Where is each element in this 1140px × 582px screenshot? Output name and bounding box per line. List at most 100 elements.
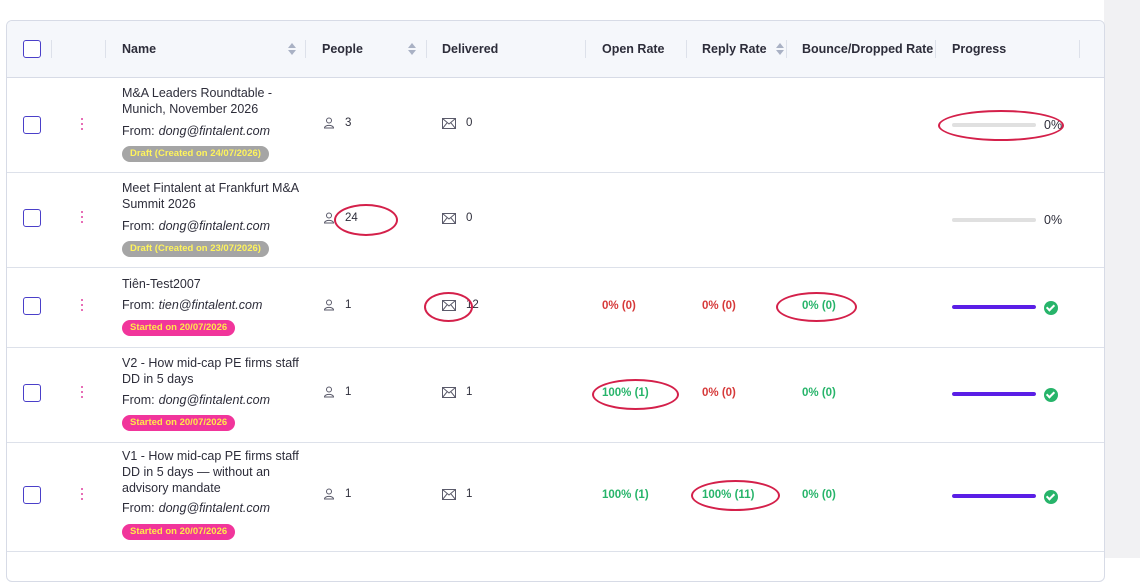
campaign-name[interactable]: Meet Fintalent at Frankfurt M&A Summit 2… [122, 180, 307, 212]
progress-bar [952, 218, 1036, 222]
from-label: From: [122, 298, 155, 312]
bounce-rate-value: 0% (0) [802, 489, 836, 501]
envelope-icon [442, 117, 456, 129]
campaign-name[interactable]: Tiên-Test2007 [122, 276, 307, 292]
row-checkbox[interactable] [23, 116, 41, 134]
annotation-circle [334, 204, 398, 236]
status-badge: Started on 20/07/2026 [122, 415, 236, 431]
open-rate-value: 100% (1) [602, 489, 649, 501]
person-icon [323, 386, 335, 398]
header-divider [786, 40, 787, 58]
envelope-icon [442, 488, 456, 500]
column-header-progress-label: Progress [952, 42, 1007, 56]
envelope-icon [442, 386, 456, 398]
table-row[interactable]: Tiên-Test2007 From: tien@fintalent.com St… [7, 268, 1104, 348]
progress-bar [952, 305, 1036, 309]
delivered-count-value: 0 [466, 212, 473, 224]
row-actions-menu-icon[interactable] [81, 386, 85, 398]
page-scrollbar[interactable] [1104, 0, 1140, 558]
row-checkbox[interactable] [23, 297, 41, 315]
row-actions-menu-icon[interactable] [81, 299, 85, 311]
progress-bar [952, 494, 1036, 498]
check-circle-icon [1044, 388, 1058, 402]
from-label: From: [122, 393, 155, 407]
campaign-name[interactable]: V2 - How mid-cap PE firms staff DD in 5 … [122, 355, 307, 387]
column-header-bounce-rate-label: Bounce/Dropped Rate [802, 42, 934, 56]
from-label: From: [122, 124, 155, 138]
delivered-count-value: 1 [466, 488, 473, 500]
sort-reply-rate-icon[interactable] [775, 42, 785, 56]
check-circle-icon [1044, 301, 1058, 315]
row-actions-menu-icon[interactable] [81, 211, 85, 223]
envelope-icon [442, 212, 456, 224]
progress-fill [952, 392, 1036, 396]
table-row[interactable]: M&A Leaders Roundtable - Munich, Novembe… [7, 78, 1104, 173]
sort-name-icon[interactable] [287, 42, 297, 56]
header-divider [426, 40, 427, 58]
table-row[interactable]: V1 - How mid-cap PE firms staff DD in 5 … [7, 443, 1104, 552]
people-count: 1 [323, 488, 351, 500]
column-header-name[interactable]: Name [122, 21, 156, 77]
column-header-people-label: People [322, 42, 363, 56]
progress-fill [952, 305, 1036, 309]
check-circle-icon [1044, 490, 1058, 504]
campaign-name[interactable]: V1 - How mid-cap PE firms staff DD in 5 … [122, 448, 307, 496]
reply-rate-value: 0% (0) [702, 387, 736, 399]
delivered-count: 0 [442, 117, 472, 129]
sender-email: tien@fintalent.com [158, 298, 263, 312]
column-header-progress[interactable]: Progress [952, 21, 1006, 77]
campaign-from: From: dong@fintalent.com [122, 393, 270, 407]
from-label: From: [122, 219, 155, 233]
sender-email: dong@fintalent.com [158, 124, 271, 138]
select-all-checkbox[interactable] [23, 40, 41, 58]
open-rate-value: 0% (0) [602, 300, 636, 312]
row-checkbox[interactable] [23, 384, 41, 402]
column-header-open-rate[interactable]: Open Rate [602, 21, 665, 77]
row-actions-menu-icon[interactable] [81, 488, 85, 500]
people-count: 3 [323, 117, 351, 129]
column-header-reply-rate[interactable]: Reply Rate [702, 21, 785, 77]
column-header-bounce-rate[interactable]: Bounce/Dropped Rate [802, 21, 933, 77]
header-divider [585, 40, 586, 58]
campaigns-table: Name People Delivered Open Rate Reply Ra… [6, 20, 1105, 582]
row-checkbox[interactable] [23, 209, 41, 227]
column-header-open-rate-label: Open Rate [602, 42, 665, 56]
people-count-value: 1 [345, 488, 352, 500]
annotation-circle [424, 292, 473, 322]
status-badge: Started on 20/07/2026 [122, 524, 236, 540]
people-count-value: 1 [345, 299, 352, 311]
campaign-from: From: dong@fintalent.com [122, 219, 270, 233]
annotation-circle [592, 379, 679, 410]
delivered-count: 1 [442, 386, 472, 398]
column-header-name-label: Name [122, 42, 157, 56]
progress-percent: 0% [1044, 213, 1063, 227]
row-actions-menu-icon[interactable] [81, 118, 85, 130]
annotation-circle [691, 480, 780, 511]
column-header-people[interactable]: People [322, 21, 363, 77]
column-header-delivered[interactable]: Delivered [442, 21, 498, 77]
campaign-name[interactable]: M&A Leaders Roundtable - Munich, Novembe… [122, 85, 307, 117]
campaign-from: From: dong@fintalent.com [122, 124, 270, 138]
bounce-rate-value: 0% (0) [802, 387, 836, 399]
people-count: 1 [323, 386, 351, 398]
person-icon [323, 488, 335, 500]
people-count: 1 [323, 299, 351, 311]
status-badge: Draft (Created on 24/07/2026) [122, 146, 269, 162]
delivered-count-value: 0 [466, 117, 473, 129]
status-badge: Draft (Created on 23/07/2026) [122, 241, 269, 257]
status-badge: Started on 20/07/2026 [122, 320, 236, 336]
row-checkbox[interactable] [23, 486, 41, 504]
sender-email: dong@fintalent.com [158, 393, 271, 407]
delivered-count: 1 [442, 488, 472, 500]
campaign-from: From: dong@fintalent.com [122, 501, 270, 515]
table-row[interactable]: V2 - How mid-cap PE firms staff DD in 5 … [7, 348, 1104, 443]
header-divider [935, 40, 936, 58]
delivered-count-value: 1 [466, 386, 473, 398]
sort-people-icon[interactable] [407, 42, 417, 56]
person-icon [323, 299, 335, 311]
table-row[interactable]: Meet Fintalent at Frankfurt M&A Summit 2… [7, 173, 1104, 268]
people-count-value: 3 [345, 117, 352, 129]
sender-email: dong@fintalent.com [158, 219, 271, 233]
header-divider [105, 40, 106, 58]
header-divider [1079, 40, 1080, 58]
